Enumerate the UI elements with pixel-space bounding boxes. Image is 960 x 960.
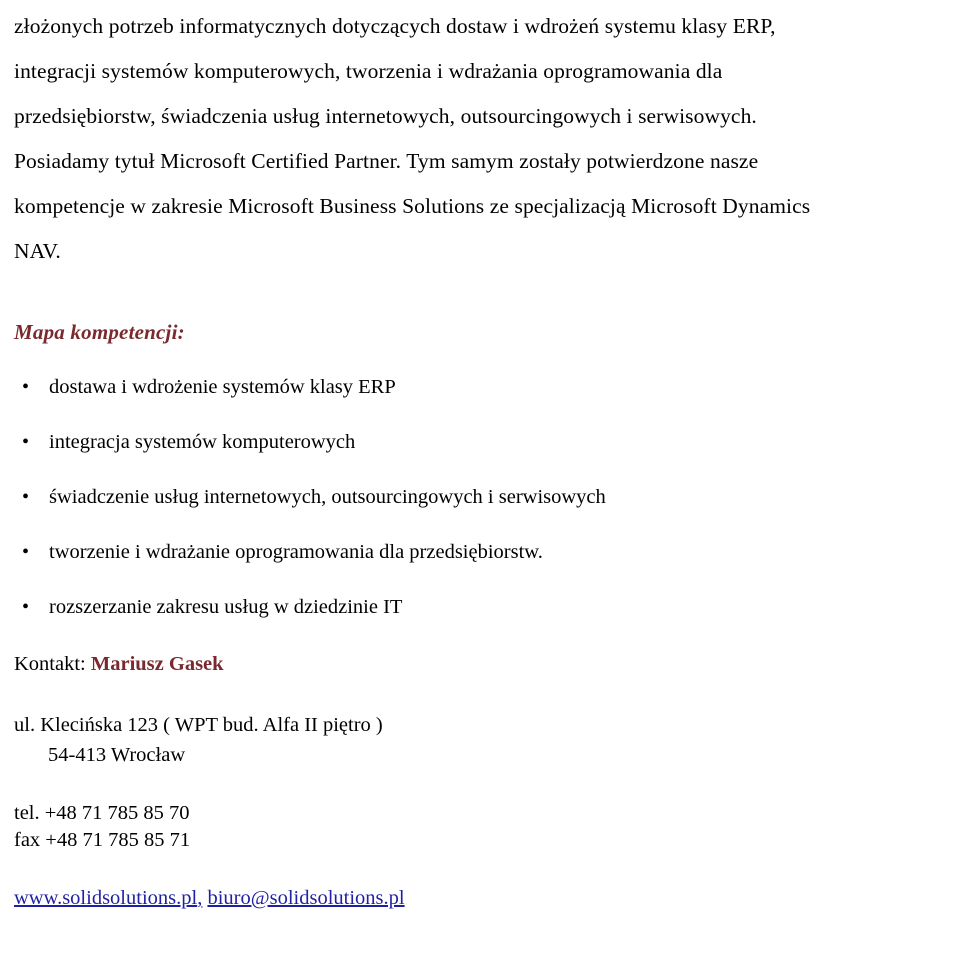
address-city: 54-413 Wrocław bbox=[48, 744, 186, 766]
intro-paragraph: złożonych potrzeb informatycznych dotycz… bbox=[14, 0, 948, 274]
web-block: www.solidsolutions.pl, biuro@solidsoluti… bbox=[14, 854, 948, 912]
list-item: • rozszerzanie zakresu usług w dziedzini… bbox=[14, 593, 948, 621]
contact-person: Kontakt: Mariusz Gasek bbox=[14, 648, 948, 678]
web-contact-line: www.solidsolutions.pl, biuro@solidsoluti… bbox=[14, 884, 948, 912]
intro-line: kompetencje w zakresie Microsoft Busines… bbox=[14, 194, 811, 218]
competency-list: • dostawa i wdrożenie systemów klasy ERP… bbox=[14, 345, 948, 621]
list-item-label: dostawa i wdrożenie systemów klasy ERP bbox=[49, 376, 396, 398]
list-item-label: rozszerzanie zakresu usług w dziedzinie … bbox=[49, 596, 403, 618]
address-street: ul. Klecińska 123 ( WPT bud. Alfa II pię… bbox=[14, 714, 383, 736]
document-page: złożonych potrzeb informatycznych dotycz… bbox=[0, 0, 960, 960]
phone-block: tel. +48 71 785 85 70 fax +48 71 785 85 … bbox=[14, 770, 948, 854]
list-item: • tworzenie i wdrażanie oprogramowania d… bbox=[14, 538, 948, 566]
bullet-icon: • bbox=[22, 431, 30, 453]
intro-line: przedsiębiorstw, świadczenia usług inter… bbox=[14, 104, 757, 128]
page-title: Mapa kompetencji: bbox=[14, 320, 185, 344]
phone-number: tel. +48 71 785 85 70 bbox=[14, 802, 190, 824]
address-block: ul. Klecińska 123 ( WPT bud. Alfa II pię… bbox=[14, 678, 948, 770]
bullet-icon: • bbox=[22, 541, 30, 563]
fax-number: fax +48 71 785 85 71 bbox=[14, 829, 191, 851]
bullet-icon: • bbox=[22, 486, 30, 508]
contact-label: Kontakt: bbox=[14, 653, 86, 675]
intro-line: złożonych potrzeb informatycznych dotycz… bbox=[14, 14, 776, 38]
bullet-icon: • bbox=[22, 596, 30, 618]
intro-line: integracji systemów komputerowych, tworz… bbox=[14, 59, 723, 83]
list-item: • integracja systemów komputerowych bbox=[14, 428, 948, 456]
list-item: • świadczenie usług internetowych, outso… bbox=[14, 483, 948, 511]
email-link[interactable]: biuro@solidsolutions.pl bbox=[207, 887, 404, 909]
intro-line: Posiadamy tytuł Microsoft Certified Part… bbox=[14, 149, 759, 173]
list-item-label: tworzenie i wdrażanie oprogramowania dla… bbox=[49, 541, 543, 563]
website-link[interactable]: www.solidsolutions.pl bbox=[14, 887, 197, 909]
bullet-icon: • bbox=[22, 376, 30, 398]
list-item-label: integracja systemów komputerowych bbox=[49, 431, 356, 453]
intro-line: NAV. bbox=[14, 239, 61, 263]
list-item-label: świadczenie usług internetowych, outsour… bbox=[49, 486, 606, 508]
contact-name: Mariusz Gasek bbox=[90, 653, 224, 675]
list-item: • dostawa i wdrożenie systemów klasy ERP bbox=[14, 373, 948, 401]
